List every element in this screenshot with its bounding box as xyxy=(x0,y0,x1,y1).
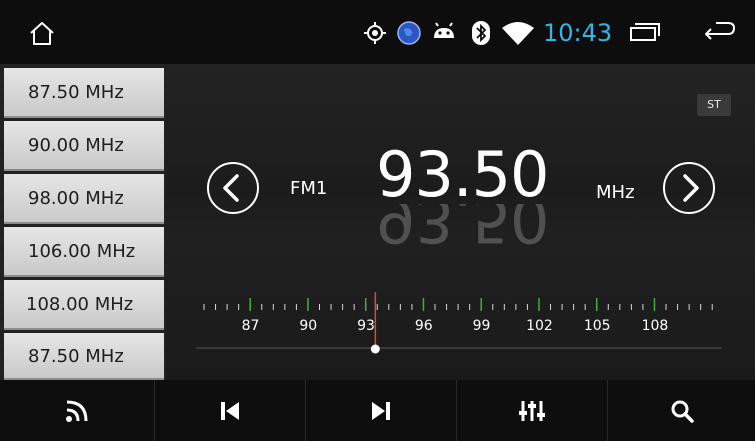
bluetooth-icon xyxy=(472,21,490,45)
gps-icon xyxy=(364,22,386,44)
scale-label: 108 xyxy=(641,318,669,334)
seek-up-button[interactable] xyxy=(662,161,716,215)
stereo-badge: ST xyxy=(697,94,731,116)
globe-icon xyxy=(397,21,421,45)
scale-label: 99 xyxy=(472,318,491,334)
unit-label: MHz xyxy=(596,182,635,203)
rss-icon xyxy=(66,400,88,422)
scale-label: 102 xyxy=(526,318,553,334)
preset-item[interactable]: 90.00 MHz xyxy=(4,121,164,171)
next-button[interactable] xyxy=(306,380,457,441)
equalizer-icon xyxy=(519,400,545,421)
tuning-knob[interactable] xyxy=(370,344,380,354)
wifi-icon xyxy=(502,22,534,45)
scale-label: 96 xyxy=(414,318,433,334)
preset-item[interactable]: 98.00 MHz xyxy=(4,174,164,224)
search-icon xyxy=(671,400,694,423)
preset-item[interactable]: 106.00 MHz xyxy=(4,227,164,277)
previous-icon xyxy=(221,401,239,420)
scale-label: 105 xyxy=(583,318,611,334)
search-button[interactable] xyxy=(608,380,755,441)
home-icon[interactable] xyxy=(28,20,56,46)
next-icon xyxy=(372,401,390,420)
clock: 10:43 xyxy=(543,19,613,47)
frequency-reflection: 93.50 xyxy=(376,204,549,254)
bottom-toolbar xyxy=(0,380,755,441)
tuner-panel: ST FM1 93.50 93.50 MHz 87 90 93 96 99 102 105 1… xyxy=(166,64,755,380)
preset-item[interactable]: 87.50 MHz xyxy=(4,68,164,118)
previous-button[interactable] xyxy=(155,380,306,441)
scale-label: 90 xyxy=(299,318,318,334)
rds-button[interactable] xyxy=(0,380,155,441)
band-label: FM1 xyxy=(290,178,328,199)
equalizer-button[interactable] xyxy=(457,380,608,441)
status-bar: 10:43 xyxy=(0,0,755,64)
preset-item[interactable]: 108.00 MHz xyxy=(4,280,164,330)
preset-item[interactable]: 87.50 MHz xyxy=(4,333,164,380)
scale-label: 93 xyxy=(357,318,375,334)
recent-apps-icon[interactable] xyxy=(628,20,662,46)
scale-label: 87 xyxy=(241,318,260,334)
back-icon[interactable] xyxy=(702,20,738,46)
frequency-display: 93.50 xyxy=(376,138,549,211)
preset-list: 87.50 MHz 90.00 MHz 98.00 MHz 106.00 MHz… xyxy=(0,64,166,380)
seek-down-button[interactable] xyxy=(206,161,260,215)
android-icon xyxy=(434,22,454,38)
